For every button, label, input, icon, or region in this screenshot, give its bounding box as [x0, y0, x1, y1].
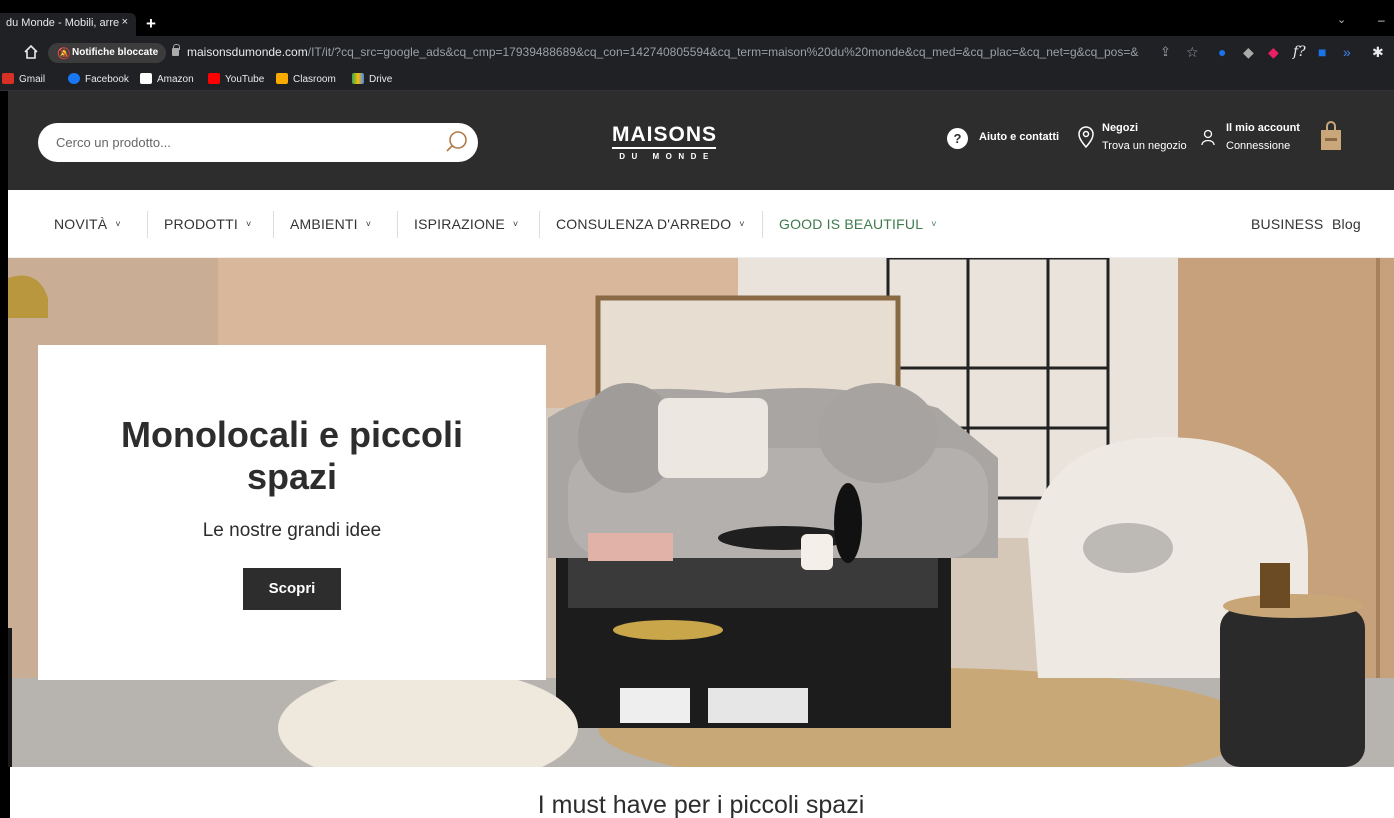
nav-item-ambienti[interactable]: AMBIENTI ˅ — [290, 216, 371, 232]
stores-subtitle[interactable]: Trova un negozio — [1102, 140, 1187, 152]
help-icon[interactable]: ? — [947, 128, 968, 149]
nav-label: AMBIENTI — [290, 216, 358, 232]
chevron-down-icon: ˅ — [739, 219, 745, 229]
discover-button[interactable]: Scopri — [243, 568, 341, 610]
nav-label: ISPIRAZIONE — [414, 216, 505, 232]
chevron-down-icon: ˅ — [931, 219, 937, 229]
new-tab-button[interactable]: + — [146, 14, 156, 34]
nav-label: PRODOTTI — [164, 216, 238, 232]
browser-tab[interactable]: du Monde - Mobili, arre × — [0, 13, 136, 36]
site-header: MAISONS DU MONDE ? Aiuto e contatti Nego… — [8, 91, 1394, 190]
account-title[interactable]: Il mio account — [1226, 122, 1300, 134]
site-logo[interactable]: MAISONS DU MONDE — [612, 124, 716, 161]
url-path: /IT/it/?cq_src=google_ads&cq_cmp=1793948… — [307, 45, 1139, 59]
section-title: I must have per i piccoli spazi — [537, 791, 865, 818]
extension-car-icon[interactable]: ◆ — [1243, 44, 1254, 61]
shopping-bag-icon[interactable] — [1320, 121, 1342, 151]
bookmark-label: YouTube — [225, 74, 265, 85]
search-input[interactable] — [56, 123, 426, 162]
nav-divider — [273, 211, 274, 238]
nav-divider — [397, 211, 398, 238]
hero-subtitle: Le nostre grandi idee — [202, 520, 382, 541]
bookmark-facebook[interactable]: Facebook — [68, 73, 129, 85]
share-icon[interactable]: ⇪ — [1160, 44, 1171, 60]
nav-divider — [762, 211, 763, 238]
location-pin-icon[interactable] — [1075, 125, 1097, 149]
tab-title: du Monde - Mobili, arre — [6, 17, 120, 29]
notifications-blocked-label: Notifiche bloccate — [72, 47, 159, 58]
url-host: maisonsdumonde.com — [187, 45, 308, 59]
web-page: MAISONS DU MONDE ? Aiuto e contatti Nego… — [8, 91, 1394, 818]
chevron-down-icon: ˅ — [245, 219, 252, 229]
nav-item-consulenza[interactable]: CONSULENZA D'ARREDO ˅ — [556, 216, 745, 232]
extension-wave-icon[interactable]: » — [1343, 44, 1351, 60]
bookmark-youtube[interactable]: YouTube — [208, 73, 264, 85]
nav-business-link[interactable]: BUSINESS — [1251, 216, 1323, 232]
browser-tab-bar: du Monde - Mobili, arre × + ⌄ – — [0, 0, 1394, 36]
address-bar: 🔕 Notifiche bloccate maisonsdumonde.com/… — [0, 36, 1394, 69]
minimize-icon[interactable]: – — [1378, 13, 1385, 27]
nav-item-ispirazione[interactable]: ISPIRAZIONE ˅ — [414, 216, 518, 232]
extension-blue-icon[interactable]: ● — [1218, 44, 1226, 60]
stores-title[interactable]: Negozi — [1102, 122, 1138, 134]
logo-bottom-text: DU MONDE — [619, 152, 715, 161]
main-nav: NOVITÀ ˅ PRODOTTI ˅ AMBIENTI ˅ ISPIRAZIONE ˅… — [8, 190, 1394, 258]
bookmark-label: Facebook — [85, 74, 129, 85]
extension-f-icon[interactable]: f? — [1293, 44, 1306, 60]
nav-blog-link[interactable]: Blog — [1332, 216, 1361, 232]
url-field[interactable]: maisonsdumonde.com/IT/it/?cq_src=google_… — [187, 45, 1139, 59]
bookmark-label: Amazon — [157, 74, 194, 85]
nav-label: CONSULENZA D'ARREDO — [556, 216, 732, 232]
drive-icon — [352, 73, 364, 84]
nav-label: NOVITÀ — [54, 216, 108, 232]
window-edge — [0, 91, 8, 818]
tab-close-icon[interactable]: × — [122, 16, 128, 28]
bookmark-label: Clasroom — [293, 74, 336, 85]
nav-item-prodotti[interactable]: PRODOTTI ˅ — [164, 216, 251, 232]
classroom-icon — [276, 73, 288, 84]
hero-card: Monolocali e piccoli spazi Le nostre gra… — [38, 345, 546, 680]
lock-icon[interactable] — [172, 44, 180, 56]
home-icon[interactable] — [22, 43, 40, 61]
extension-color-icon[interactable]: ◆ — [1268, 44, 1279, 61]
amazon-icon — [140, 73, 152, 84]
bell-off-icon: 🔕 — [57, 48, 71, 60]
chevron-down-icon: ˅ — [115, 219, 121, 229]
search-icon[interactable] — [444, 130, 468, 154]
bookmark-drive[interactable]: Drive — [352, 73, 392, 85]
nav-item-good-is-beautiful[interactable]: GOOD IS BEAUTIFUL ˅ — [779, 216, 937, 232]
bookmark-gmail[interactable]: Gmail — [2, 73, 45, 85]
tab-search-icon[interactable]: ⌄ — [1337, 13, 1346, 26]
star-icon[interactable]: ☆ — [1186, 44, 1199, 61]
nav-divider — [147, 211, 148, 238]
bookmark-classroom[interactable]: Clasroom — [276, 73, 336, 85]
chevron-down-icon: ˅ — [365, 219, 372, 229]
nav-label: GOOD IS BEAUTIFUL — [779, 216, 924, 232]
facebook-icon — [68, 73, 80, 84]
youtube-icon — [208, 73, 220, 84]
help-link[interactable]: Aiuto e contatti — [979, 131, 1059, 143]
bookmark-label: Gmail — [19, 74, 46, 85]
gmail-icon — [2, 73, 14, 84]
hero-banner[interactable]: Monolocali e piccoli spazi Le nostre gra… — [8, 258, 1394, 767]
extension-download-icon[interactable]: ■ — [1318, 44, 1326, 60]
logo-top-text: MAISONS — [612, 124, 716, 149]
puzzle-icon[interactable]: ✱ — [1372, 44, 1384, 61]
chevron-down-icon: ˅ — [512, 219, 519, 229]
search-box[interactable] — [38, 123, 478, 162]
bookmark-label: Drive — [369, 74, 393, 85]
notifications-blocked-pill[interactable]: 🔕 Notifiche bloccate — [48, 43, 166, 63]
account-subtitle[interactable]: Connessione — [1226, 140, 1290, 152]
nav-divider — [539, 211, 540, 238]
bookmarks-bar: Gmail Facebook Amazon YouTube Clasroom D… — [0, 69, 1394, 91]
user-icon[interactable] — [1199, 128, 1217, 146]
hero-title: Monolocali e piccoli spazi — [120, 414, 464, 497]
bookmark-amazon[interactable]: Amazon — [140, 73, 194, 85]
nav-item-novita[interactable]: NOVITÀ ˅ — [54, 216, 121, 232]
